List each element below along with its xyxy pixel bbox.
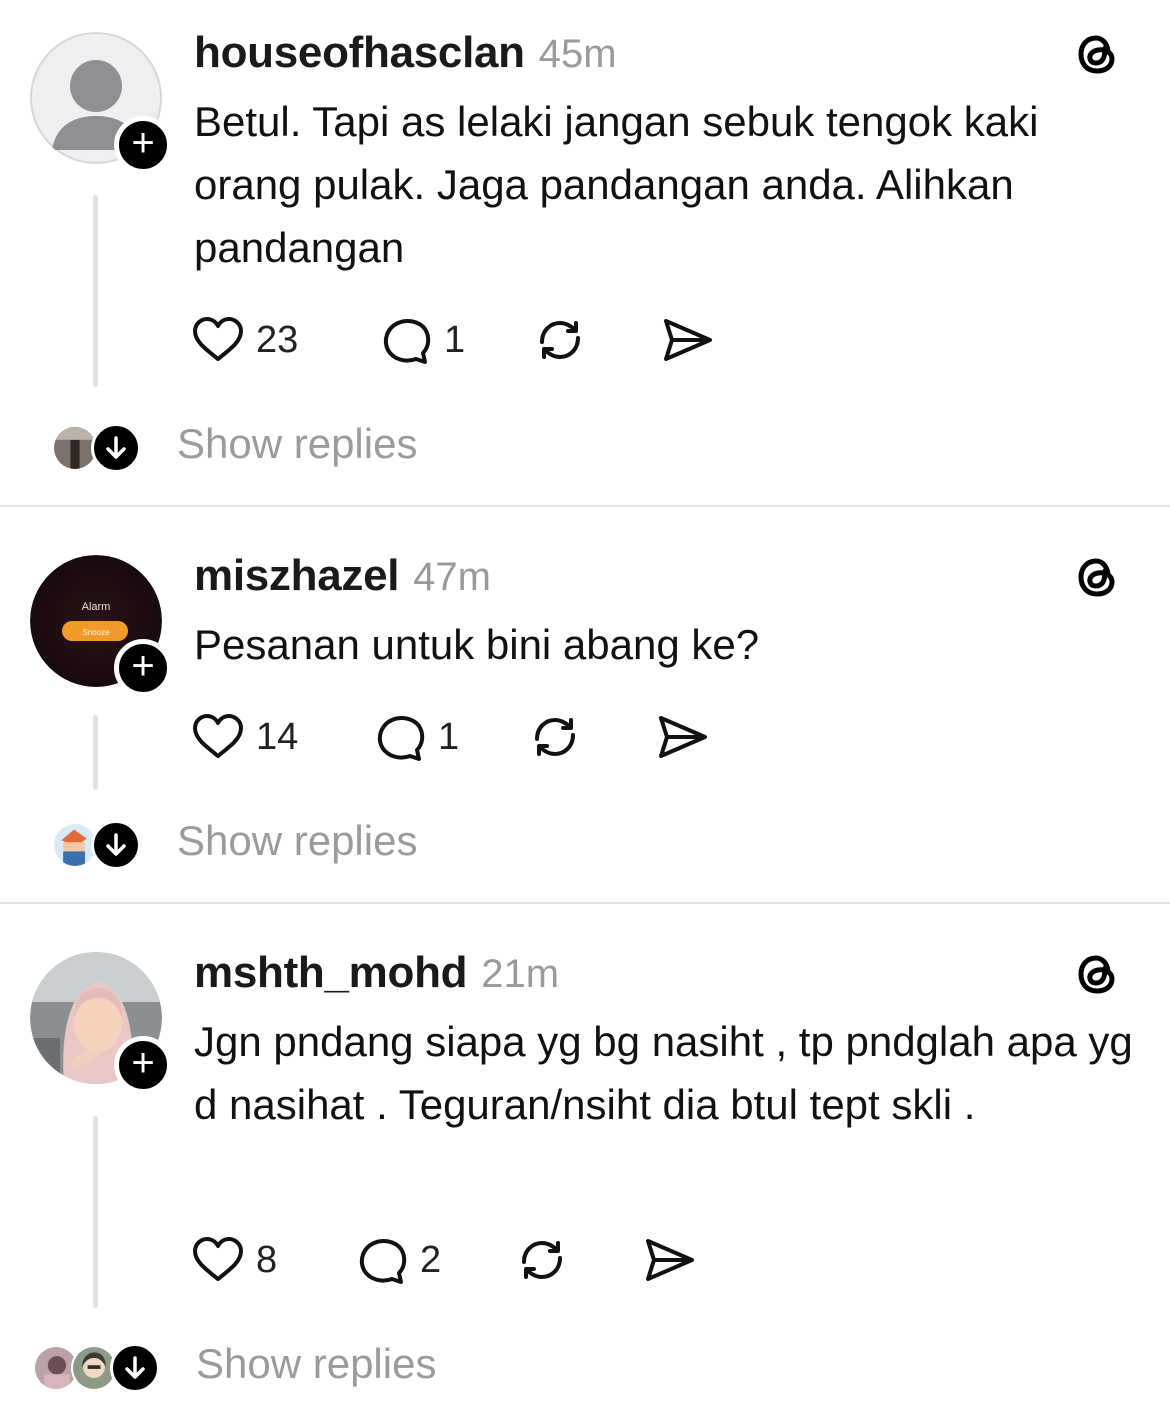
comment-icon	[383, 319, 431, 364]
avatar-alarm-text: Alarm	[82, 601, 111, 613]
reply-count: 1	[438, 715, 460, 758]
like-count: 8	[256, 1238, 278, 1281]
repost-button[interactable]	[527, 707, 583, 767]
plus-icon: +	[131, 121, 155, 165]
avatar-snooze-text: Snooze	[82, 628, 110, 637]
repost-button[interactable]	[532, 310, 588, 370]
post-text: Betul. Tapi as lelaki jangan sebuk tengo…	[194, 98, 1039, 271]
repost-icon	[540, 320, 580, 360]
username[interactable]: miszhazel	[194, 551, 399, 601]
post-header: houseofhasclan 45m	[194, 28, 617, 78]
like-count: 23	[256, 318, 299, 361]
show-replies-link[interactable]: Show replies	[177, 420, 417, 468]
share-button[interactable]	[642, 1230, 698, 1290]
post-3: + mshth_mohd 21m Jgn pndang siapa yg bg …	[0, 904, 1170, 1426]
repost-icon	[522, 1240, 562, 1280]
username[interactable]: mshth_mohd	[194, 948, 468, 998]
thread-line	[93, 195, 98, 387]
threads-logo-icon[interactable]	[1072, 948, 1124, 1000]
show-replies-row[interactable]: Show replies	[0, 418, 1170, 478]
reply-button[interactable]: 2	[354, 1230, 441, 1290]
repost-button[interactable]	[514, 1230, 570, 1290]
like-button[interactable]: 14	[190, 707, 298, 767]
timestamp: 47m	[413, 555, 491, 599]
post-header: miszhazel 47m	[194, 551, 491, 601]
follow-button[interactable]: +	[114, 639, 172, 697]
show-replies-row[interactable]: Show replies	[0, 815, 1170, 875]
like-count: 14	[256, 715, 299, 758]
expand-replies-button[interactable]	[91, 820, 141, 870]
like-button[interactable]: 23	[190, 310, 298, 370]
show-replies-link[interactable]: Show replies	[196, 1340, 436, 1388]
reply-button[interactable]: 1	[378, 310, 465, 370]
show-replies-row[interactable]: Show replies	[0, 1338, 1170, 1398]
plus-icon: +	[131, 1041, 155, 1085]
post-1: + houseofhasclan 45m Betul. Tapi as lela…	[0, 0, 1170, 505]
reply-button[interactable]: 1	[372, 707, 459, 767]
threads-logo-icon[interactable]	[1072, 28, 1124, 80]
threads-logo-icon[interactable]	[1072, 551, 1124, 603]
post-text: Jgn pndang siapa yg bg nasiht , tp pndgl…	[194, 1018, 1133, 1128]
timestamp: 21m	[481, 952, 560, 996]
username[interactable]: houseofhasclan	[194, 28, 525, 78]
send-icon	[659, 716, 707, 758]
follow-button[interactable]: +	[114, 1036, 172, 1094]
thread-line	[93, 715, 98, 790]
expand-replies-button[interactable]	[110, 1343, 160, 1393]
post-text: Pesanan untuk bini abang ke?	[194, 621, 760, 668]
heart-icon	[193, 714, 243, 758]
comment-icon	[377, 716, 425, 761]
share-button[interactable]	[655, 707, 711, 767]
like-button[interactable]: 8	[190, 1230, 277, 1290]
reply-count: 1	[444, 318, 466, 361]
arrow-down-icon	[106, 833, 126, 856]
plus-icon: +	[131, 644, 155, 688]
heart-icon	[193, 317, 243, 361]
show-replies-link[interactable]: Show replies	[177, 817, 417, 865]
heart-icon	[193, 1237, 243, 1281]
share-button[interactable]	[660, 310, 716, 370]
follow-button[interactable]: +	[114, 116, 172, 174]
post-header: mshth_mohd 21m	[194, 948, 559, 998]
comment-icon	[359, 1239, 407, 1284]
thread-line	[93, 1116, 98, 1308]
send-icon	[664, 319, 712, 361]
arrow-down-icon	[125, 1356, 145, 1379]
post-2: Alarm Snooze + miszhazel 47m Pesanan unt…	[0, 507, 1170, 903]
arrow-down-icon	[106, 436, 126, 459]
expand-replies-button[interactable]	[91, 423, 141, 473]
send-icon	[646, 1239, 694, 1281]
reply-count: 2	[420, 1238, 442, 1281]
repost-icon	[535, 717, 575, 757]
timestamp: 45m	[538, 32, 617, 76]
